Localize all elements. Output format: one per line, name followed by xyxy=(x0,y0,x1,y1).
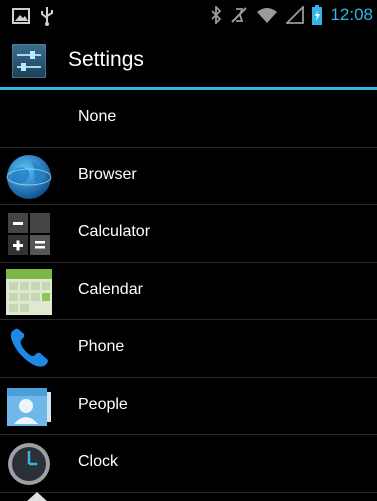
signal-icon xyxy=(286,6,305,24)
list-item-clock[interactable]: Clock xyxy=(0,435,377,493)
list-item-people[interactable]: People xyxy=(0,378,377,435)
status-bar: 12:08 xyxy=(0,0,377,33)
people-icon xyxy=(7,387,51,426)
list-item-label: Clock xyxy=(78,453,119,470)
list-item-label: People xyxy=(78,395,128,413)
usb-icon xyxy=(41,7,53,26)
list-item-label: Calendar xyxy=(78,280,143,298)
image-notification-icon xyxy=(12,8,30,24)
list-item-none[interactable]: None xyxy=(0,90,377,148)
list-item-label: Calculator xyxy=(78,223,151,240)
status-time: 12:08 xyxy=(330,5,373,24)
status-right-icons: 12:08 xyxy=(210,5,373,25)
bluetooth-icon xyxy=(211,6,222,24)
globe-icon xyxy=(6,154,52,199)
app-list: None Browser Calculator Calendar Phone P… xyxy=(0,90,377,493)
battery-icon xyxy=(312,5,323,25)
calendar-icon xyxy=(6,268,52,315)
list-item-phone[interactable]: Phone xyxy=(0,320,377,378)
page-title: Settings xyxy=(68,48,144,71)
wifi-icon xyxy=(257,8,278,23)
list-item-calculator[interactable]: Calculator xyxy=(0,205,377,263)
calculator-icon xyxy=(8,213,50,255)
list-item-label: Browser xyxy=(78,165,137,183)
phone-icon xyxy=(10,328,49,367)
action-bar: Settings xyxy=(0,33,377,89)
list-item-label: None xyxy=(78,108,117,125)
clock-icon xyxy=(8,443,50,485)
mute-icon xyxy=(231,7,248,23)
list-item-label: Phone xyxy=(78,338,125,355)
list-item-calendar[interactable]: Calendar xyxy=(0,263,377,320)
settings-sliders-icon[interactable] xyxy=(12,44,46,78)
partial-icon xyxy=(27,492,47,501)
status-left-icons xyxy=(12,6,54,26)
list-item-browser[interactable]: Browser xyxy=(0,148,377,205)
